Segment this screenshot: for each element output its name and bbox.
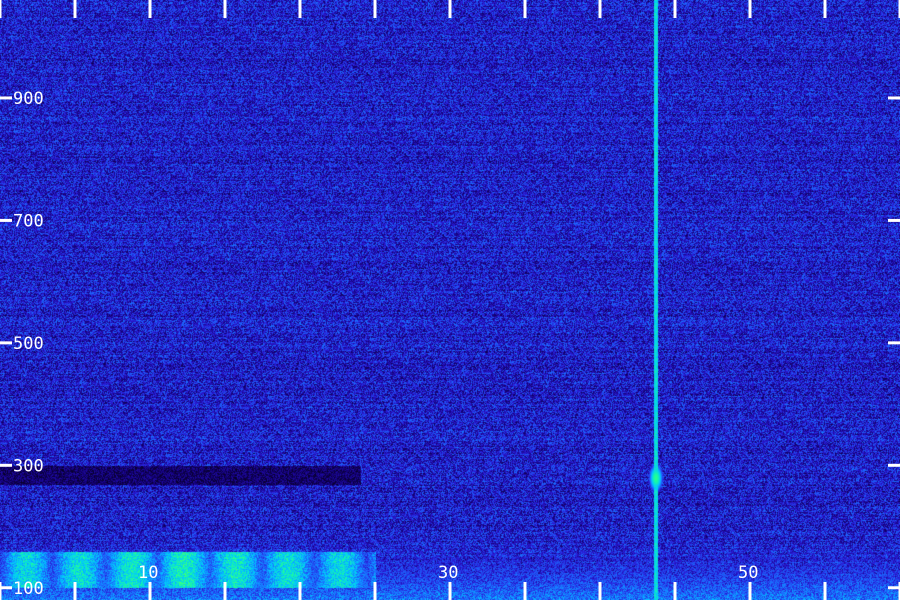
axes-overlay: 10 30 50 900 700 500 300 100 [0,0,900,600]
y-tick-label-100: 100 [13,579,44,599]
y-ticks: 900 700 500 300 100 [0,89,900,599]
y-tick-label-500: 500 [13,334,44,354]
x-tick-label-10: 10 [138,563,158,583]
x-ticks-bottom: 10 30 50 [0,563,900,600]
y-tick-label-300: 300 [13,456,44,476]
spectrogram-plot: 10 30 50 900 700 500 300 100 [0,0,900,600]
x-tick-label-50: 50 [738,563,758,583]
y-tick-label-900: 900 [13,89,44,109]
y-tick-label-700: 700 [13,211,44,231]
x-ticks-top [0,0,900,18]
x-tick-label-30: 30 [438,563,458,583]
